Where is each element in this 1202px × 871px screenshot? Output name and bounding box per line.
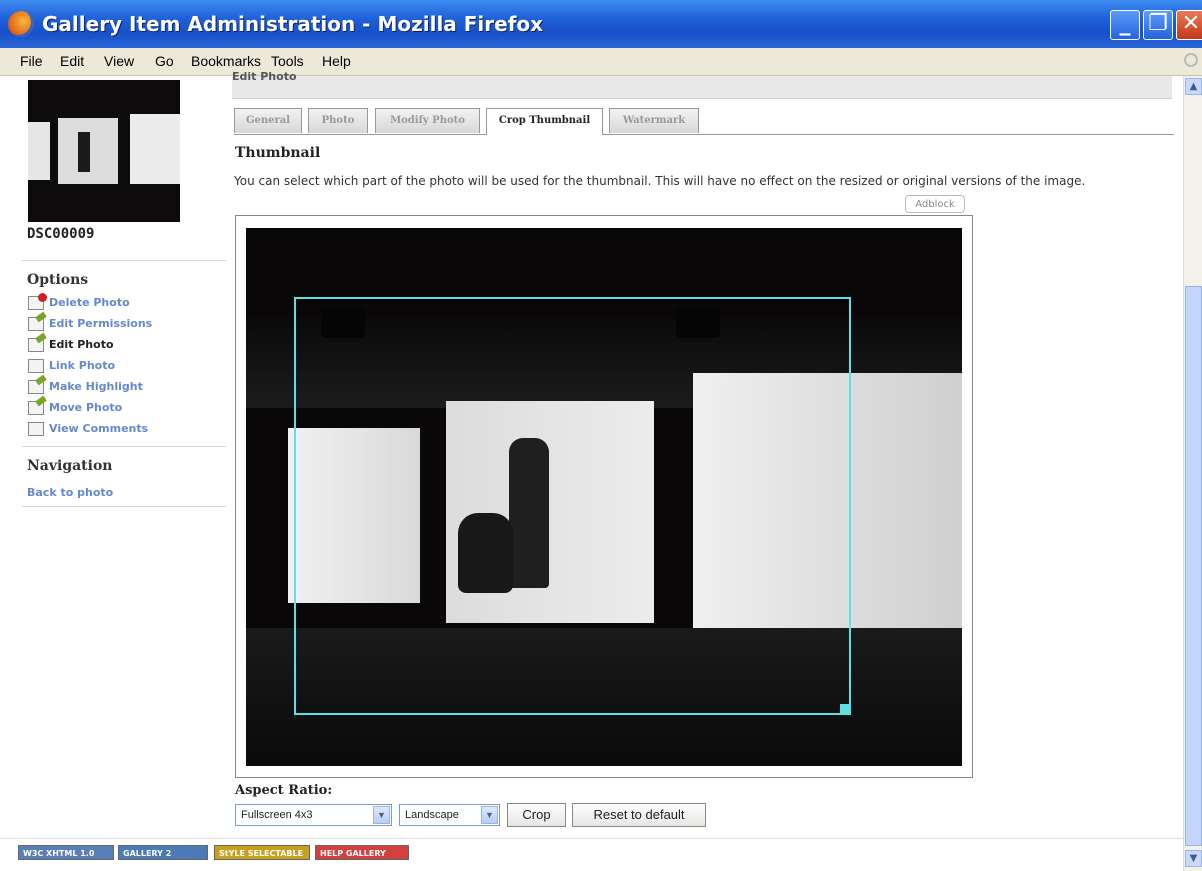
item-thumbnail[interactable] (28, 80, 180, 222)
tab-general[interactable]: General (234, 108, 302, 133)
scrollbar-thumb[interactable] (1185, 286, 1202, 846)
navigation-heading: Navigation (27, 458, 113, 474)
minimize-button[interactable]: _ (1110, 10, 1140, 40)
window-titlebar: Gallery Item Administration - Mozilla Fi… (0, 0, 1202, 48)
footer-divider (0, 838, 1183, 839)
item-title: DSC00009 (27, 226, 95, 242)
thumbnail-heading: Thumbnail (235, 145, 321, 161)
scroll-down-arrow-icon[interactable]: ▼ (1185, 850, 1202, 867)
link-icon (28, 359, 44, 373)
crop-resize-handle[interactable] (840, 704, 851, 715)
style-selectable-badge[interactable]: StYLE SELECTABLE (214, 845, 310, 860)
throbber-icon (1184, 53, 1198, 67)
move-icon (28, 401, 44, 415)
tab-crop-thumbnail[interactable]: Crop Thumbnail (486, 108, 603, 135)
sidebar-item-label: Edit Photo (49, 338, 114, 351)
section-heading-bar: Edit Photo (232, 70, 1172, 99)
window-title: Gallery Item Administration - Mozilla Fi… (42, 12, 544, 36)
sidebar-item-label: Make Highlight (49, 380, 143, 393)
menu-edit[interactable]: Edit (60, 53, 84, 69)
gallery-badge[interactable]: GALLERY 2 (118, 845, 208, 860)
vertical-scrollbar[interactable]: ▲ ▼ (1183, 76, 1202, 871)
aspect-ratio-label: Aspect Ratio: (235, 783, 333, 798)
tab-modify-photo[interactable]: Modify Photo (375, 108, 480, 133)
back-to-photo-link[interactable]: Back to photo (27, 486, 113, 499)
menu-go[interactable]: Go (155, 53, 174, 69)
sidebar-item-label: Link Photo (49, 359, 116, 372)
orientation-value: Landscape (405, 809, 459, 821)
options-heading: Options (27, 272, 89, 288)
w3c-xhtml-badge[interactable]: W3C XHTML 1.0 (18, 845, 114, 860)
crop-button[interactable]: Crop (507, 803, 566, 827)
sidebar-divider (22, 260, 226, 261)
sidebar-divider (22, 446, 226, 447)
highlight-icon (28, 380, 44, 394)
chevron-down-icon: ▼ (481, 806, 498, 824)
orientation-select[interactable]: Landscape ▼ (399, 804, 500, 826)
delete-icon (28, 293, 47, 310)
thumbnail-panel-left (28, 122, 50, 180)
sidebar-item-label: Edit Permissions (49, 317, 153, 330)
thumbnail-panel-right (130, 114, 180, 184)
help-gallery-badge[interactable]: HELP GALLERY (315, 845, 409, 860)
menu-bar: File Edit View Go Bookmarks Tools Help (0, 48, 1202, 76)
maximize-button[interactable]: ❐ (1143, 10, 1173, 40)
thumbnail-description: You can select which part of the photo w… (234, 174, 1086, 188)
aspect-ratio-value: Fullscreen 4x3 (241, 809, 313, 821)
crop-rectangle[interactable] (294, 297, 851, 715)
sidebar: DSC00009 Options Delete Photo Edit Permi… (0, 76, 226, 507)
sidebar-item-label: View Comments (49, 422, 149, 435)
chevron-down-icon: ▼ (373, 806, 390, 824)
thumbnail-figure (78, 132, 90, 172)
tab-bar: General Photo Modify Photo Crop Thumbnai… (234, 106, 1174, 135)
edit-photo-icon (28, 338, 44, 352)
menu-file[interactable]: File (20, 53, 43, 69)
close-button[interactable]: ✕ (1176, 10, 1202, 40)
menu-tools[interactable]: Tools (271, 53, 304, 69)
tab-watermark[interactable]: Watermark (609, 108, 699, 133)
edit-permissions-icon (28, 317, 44, 331)
menu-bookmarks[interactable]: Bookmarks (191, 53, 261, 69)
aspect-ratio-select[interactable]: Fullscreen 4x3 ▼ (235, 804, 392, 826)
menu-view[interactable]: View (104, 53, 134, 69)
reset-to-default-button[interactable]: Reset to default (572, 803, 706, 827)
menu-help[interactable]: Help (322, 53, 351, 69)
firefox-logo-icon (8, 11, 34, 37)
tab-photo[interactable]: Photo (308, 108, 368, 133)
comments-icon (28, 422, 44, 436)
adblock-tab[interactable]: Adblock (905, 195, 965, 213)
sidebar-divider (22, 506, 226, 507)
scroll-up-arrow-icon[interactable]: ▲ (1185, 78, 1202, 95)
section-heading: Edit Photo (232, 70, 297, 83)
sidebar-item-label: Move Photo (49, 401, 123, 414)
sidebar-item-label: Delete Photo (49, 296, 130, 309)
